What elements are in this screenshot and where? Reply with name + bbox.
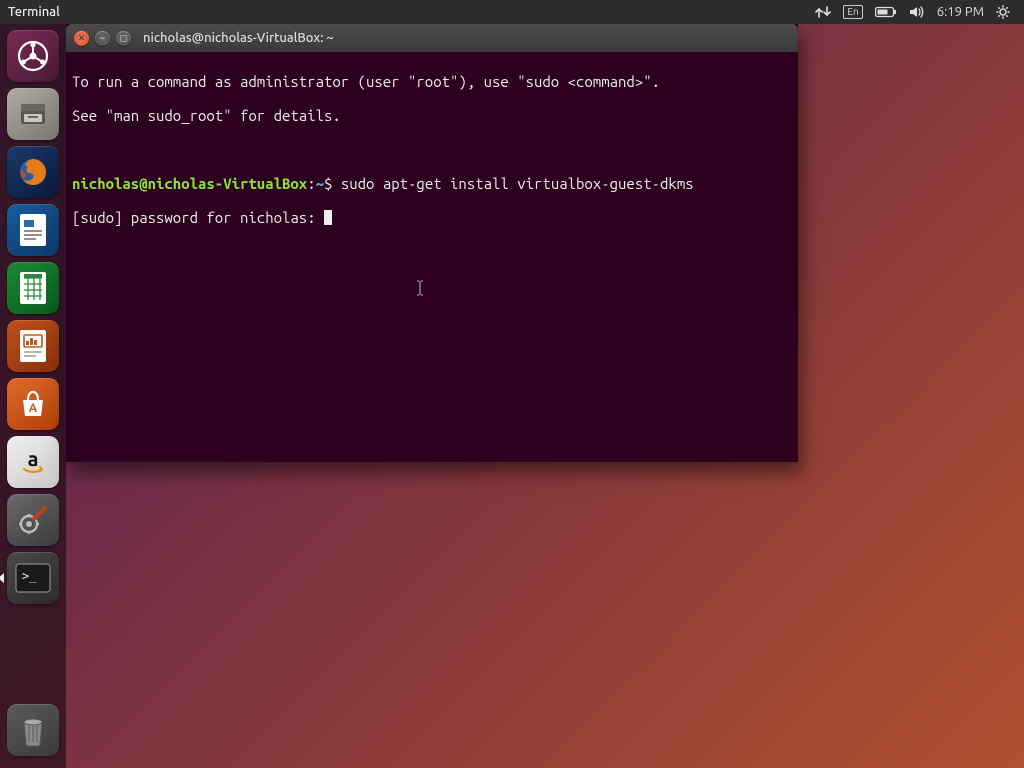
battery-icon[interactable] bbox=[869, 0, 903, 24]
terminal-output bbox=[72, 141, 792, 158]
menubar-app-label: Terminal bbox=[8, 5, 60, 19]
terminal-prompt-line: nicholas@nicholas-VirtualBox:~$ sudo apt… bbox=[72, 175, 792, 192]
launcher-writer[interactable] bbox=[7, 204, 59, 256]
volume-icon[interactable] bbox=[903, 0, 931, 24]
svg-text:A: A bbox=[29, 402, 38, 415]
svg-text:a: a bbox=[28, 447, 39, 470]
maximize-icon[interactable]: ▢ bbox=[116, 31, 131, 46]
launcher-trash[interactable] bbox=[7, 704, 59, 756]
terminal-body[interactable]: To run a command as administrator (user … bbox=[66, 52, 798, 462]
terminal-output: [sudo] password for nicholas: bbox=[72, 209, 792, 226]
svg-text:>_: >_ bbox=[22, 569, 37, 583]
terminal-cursor bbox=[324, 210, 332, 225]
launcher-amazon[interactable]: a bbox=[7, 436, 59, 488]
unity-launcher: A a >_ bbox=[0, 24, 66, 768]
launcher-terminal[interactable]: >_ bbox=[7, 552, 59, 604]
gear-icon[interactable] bbox=[990, 0, 1016, 24]
launcher-settings[interactable] bbox=[7, 494, 59, 546]
launcher-impress[interactable] bbox=[7, 320, 59, 372]
close-icon[interactable]: ✕ bbox=[74, 31, 89, 46]
terminal-output: See "man sudo_root" for details. bbox=[72, 107, 792, 124]
network-icon[interactable] bbox=[809, 0, 837, 24]
window-title: nicholas@nicholas-VirtualBox: ~ bbox=[143, 31, 334, 45]
terminal-window: ✕ – ▢ nicholas@nicholas-VirtualBox: ~ To… bbox=[66, 24, 798, 462]
launcher-dash[interactable] bbox=[7, 30, 59, 82]
clock[interactable]: 6:19 PM bbox=[931, 0, 990, 24]
launcher-software[interactable]: A bbox=[7, 378, 59, 430]
terminal-output: To run a command as administrator (user … bbox=[72, 73, 792, 90]
launcher-calc[interactable] bbox=[7, 262, 59, 314]
terminal-command: sudo apt-get install virtualbox-guest-dk… bbox=[341, 175, 694, 192]
minimize-icon[interactable]: – bbox=[95, 31, 110, 46]
language-indicator[interactable]: En bbox=[837, 0, 868, 24]
launcher-firefox[interactable] bbox=[7, 146, 59, 198]
window-titlebar[interactable]: ✕ – ▢ nicholas@nicholas-VirtualBox: ~ bbox=[66, 24, 798, 52]
top-menubar: Terminal En 6:19 PM bbox=[0, 0, 1024, 24]
launcher-files[interactable] bbox=[7, 88, 59, 140]
